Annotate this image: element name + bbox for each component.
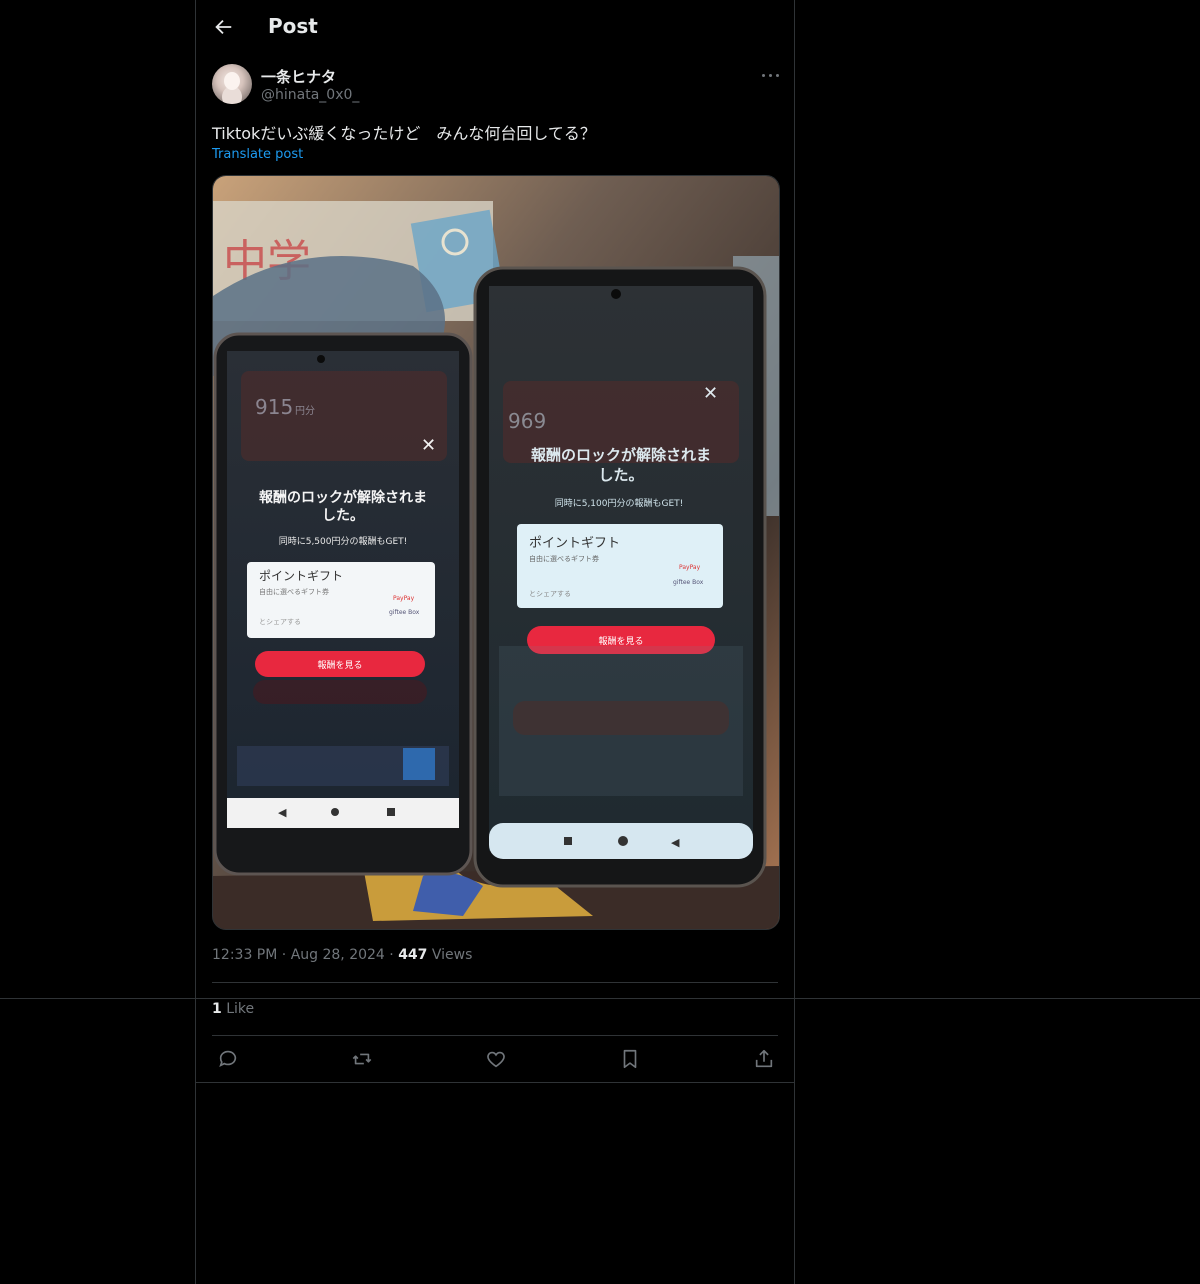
reply-icon xyxy=(219,1050,237,1068)
left-headline-line1: 報酬のロックが解除されま xyxy=(259,489,427,506)
right-card-title: ポイントギフト xyxy=(529,536,620,551)
bookmark-button[interactable] xyxy=(619,1048,641,1070)
right-balance: 969 xyxy=(508,409,546,433)
back-arrow-icon xyxy=(215,19,232,35)
translate-link[interactable]: Translate post xyxy=(212,147,303,162)
right-card-sub: 自由に選べるギフト券 xyxy=(529,554,599,563)
divider xyxy=(212,982,778,983)
more-button[interactable] xyxy=(760,66,782,84)
svg-text:◀: ◀ xyxy=(671,836,680,849)
post-text: Tiktokだいぶ緩くなったけど みんな何台回してる？ xyxy=(212,124,596,143)
left-headline-line2: した。 xyxy=(322,508,364,524)
page-title: Post xyxy=(268,14,318,38)
author-handle[interactable]: @hinata_0x0_ xyxy=(261,87,359,103)
right-subline: 同時に5,100円分の報酬もGET! xyxy=(555,498,684,509)
header: Post xyxy=(196,0,794,53)
post-meta: 12:33 PM · Aug 28, 2024 · 447 Views xyxy=(212,947,472,963)
meta-separator: · xyxy=(281,947,287,963)
author-name[interactable]: 一条ヒナタ xyxy=(261,66,336,87)
views-count: 447 xyxy=(398,947,428,963)
post-time[interactable]: 12:33 PM xyxy=(212,947,277,963)
likes-label: Like xyxy=(226,1001,255,1017)
right-giftee-logo: giftee Box xyxy=(673,579,704,586)
bookmark-icon xyxy=(623,1049,637,1069)
left-balance: 915 xyxy=(255,395,293,419)
right-card-share: とシェアする xyxy=(529,590,571,598)
like-button[interactable] xyxy=(485,1048,507,1070)
more-icon xyxy=(762,74,765,77)
left-giftee-logo: giftee Box xyxy=(389,609,420,616)
back-button[interactable] xyxy=(212,16,234,38)
left-card-share: とシェアする xyxy=(259,618,301,626)
left-subline: 同時に5,500円分の報酬もGET! xyxy=(279,536,408,547)
avatar[interactable] xyxy=(212,64,252,104)
photo-of-two-phones: 中学 ◀ 915 円分 ✕ 報酬のロックが解除されま した。 同時に5,500円… xyxy=(213,176,779,929)
reply-button[interactable] xyxy=(217,1048,239,1070)
more-icon-dot xyxy=(769,74,772,77)
svg-text:✕: ✕ xyxy=(421,435,436,456)
divider xyxy=(212,1035,778,1036)
right-headline-line1: 報酬のロックが解除されま xyxy=(531,446,711,464)
left-paypay-logo: PayPay xyxy=(393,595,415,602)
meta-separator: · xyxy=(389,947,394,963)
share-button[interactable] xyxy=(753,1048,775,1070)
more-icon-dot xyxy=(776,74,779,77)
repost-icon xyxy=(352,1053,372,1065)
share-icon xyxy=(755,1049,773,1068)
main-column: Post 一条ヒナタ @hinata_0x0_ Tiktokだいぶ緩くなったけど… xyxy=(195,0,795,1284)
right-reward-button: 報酬を見る xyxy=(598,636,643,647)
like-icon xyxy=(487,1051,505,1068)
likes-number: 1 xyxy=(212,1001,222,1017)
svg-text:◀: ◀ xyxy=(278,806,287,819)
svg-text:✕: ✕ xyxy=(703,383,718,404)
divider xyxy=(196,1082,794,1083)
left-card-sub: 自由に選べるギフト券 xyxy=(259,587,329,596)
left-card-title: ポイントギフト xyxy=(259,569,343,583)
right-paypay-logo: PayPay xyxy=(679,564,701,571)
left-reward-button: 報酬を見る xyxy=(317,660,362,671)
left-unit: 円分 xyxy=(295,405,315,417)
likes-count[interactable]: 1 Like xyxy=(212,1001,254,1017)
right-headline-line2: した。 xyxy=(598,466,643,484)
post-image[interactable]: 中学 ◀ 915 円分 ✕ 報酬のロックが解除されま した。 同時に5,500円… xyxy=(212,175,780,930)
post-date[interactable]: Aug 28, 2024 xyxy=(291,947,385,963)
views-label: Views xyxy=(431,947,473,963)
repost-button[interactable] xyxy=(351,1048,373,1070)
